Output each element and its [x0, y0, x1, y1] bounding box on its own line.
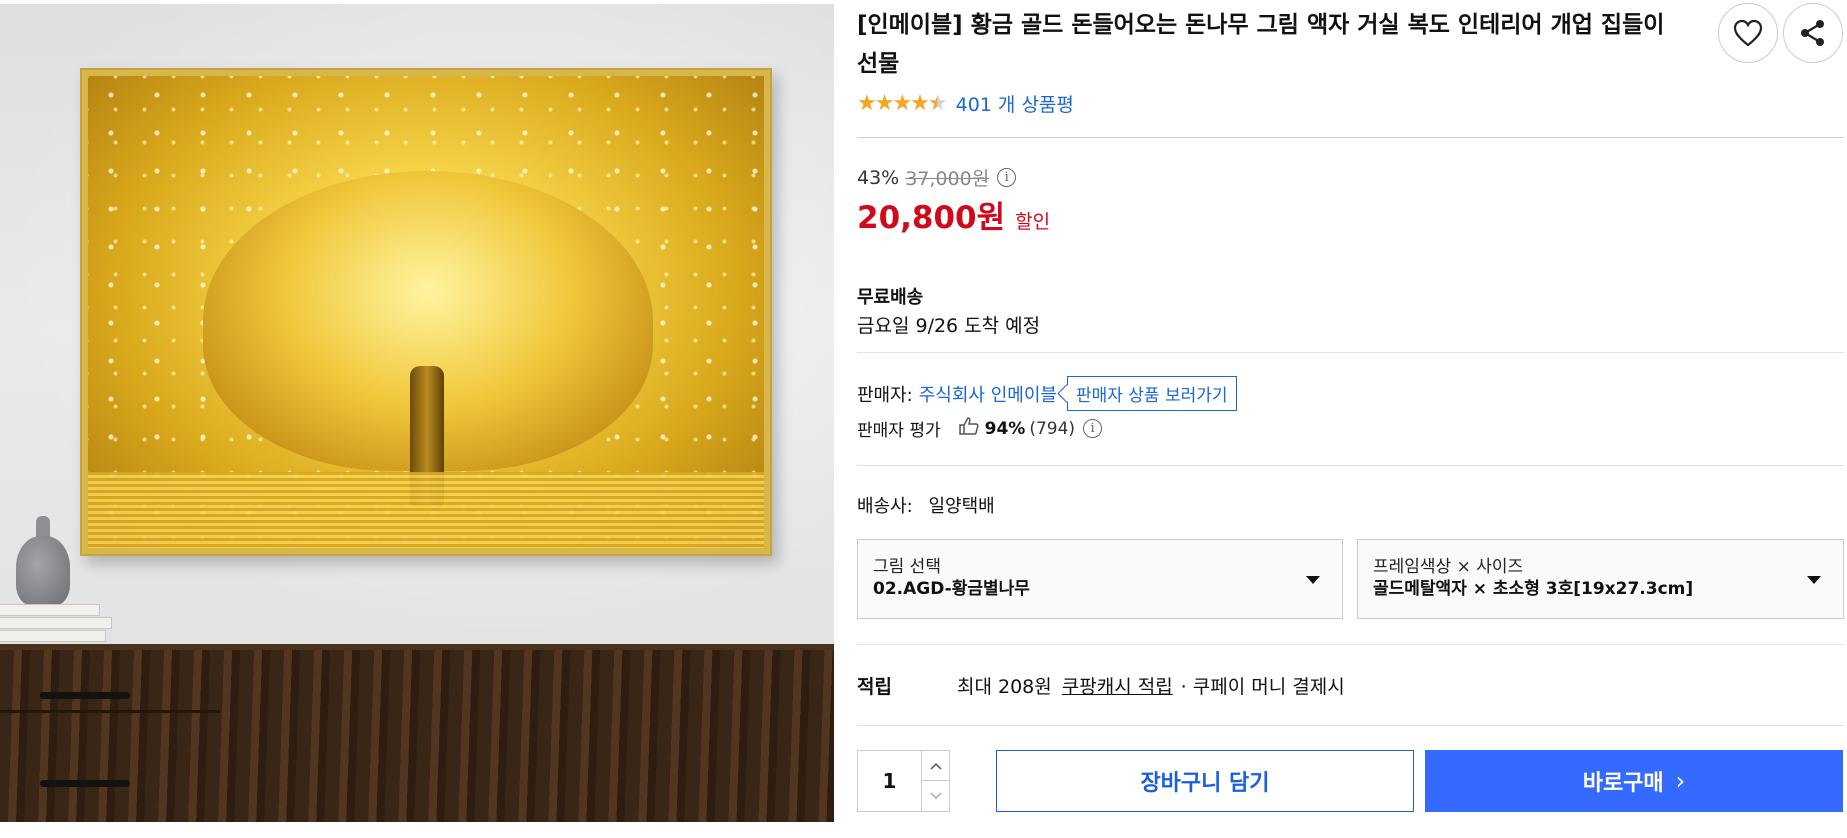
share-button[interactable] — [1783, 3, 1843, 63]
buy-now-button[interactable]: 바로구매 › — [1425, 750, 1843, 812]
discount-rate: 43% — [857, 166, 900, 189]
sale-price: 20,800원 — [857, 200, 1006, 236]
seller-rating-percent: 94% — [984, 418, 1026, 439]
seller-name-link[interactable]: 주식회사 인메이블 — [919, 381, 1057, 407]
book-stack — [0, 604, 112, 642]
vase-decoration — [16, 516, 70, 606]
option-select-picture[interactable]: 그림 선택 02.AGD-황금별나무 — [857, 539, 1343, 619]
chevron-down-icon — [929, 792, 942, 800]
sale-label: 할인 — [1015, 211, 1051, 233]
picture-frame — [80, 68, 772, 556]
info-icon[interactable]: i — [1083, 419, 1103, 438]
quantity-decrease-button[interactable] — [921, 781, 949, 811]
reward-title: 적립 — [857, 676, 892, 698]
star-rating: ★★★★★ — [857, 90, 948, 116]
thumbs-up-icon — [958, 417, 979, 440]
seller-rating-label: 판매자 평가 — [857, 421, 941, 441]
rating-summary: ★★★★★ 401 개 상품평 — [857, 88, 1074, 118]
carrier-name: 일양택배 — [928, 496, 995, 517]
seller-rating-count: (794) — [1029, 418, 1076, 439]
divider — [857, 137, 1844, 138]
divider — [857, 725, 1844, 726]
info-icon[interactable]: i — [997, 168, 1017, 187]
carrier-row: 배송사: 일양택배 — [857, 492, 995, 518]
divider — [857, 644, 1844, 645]
reward-amount: 최대 208원 — [957, 676, 1052, 698]
reward-info: 최대 208원 쿠팡캐시 적립 · 쿠페이 머니 결제시 — [957, 672, 1345, 699]
review-count-link[interactable]: 401 개 상품평 — [956, 90, 1074, 117]
seller-row: 판매자: 주식회사 인메이블 판매자 상품 보러가기 — [857, 376, 1237, 411]
wooden-cabinet — [0, 644, 834, 822]
chevron-right-icon: › — [1675, 767, 1686, 795]
golden-tree-painting — [88, 76, 764, 548]
sale-price-row: 20,800원 할인 — [857, 192, 1050, 237]
caret-down-icon — [1807, 576, 1821, 584]
share-icon — [1801, 20, 1824, 46]
option-value: 02.AGD-황금별나무 — [873, 579, 1030, 599]
buy-now-label: 바로구매 — [1582, 771, 1664, 796]
quantity-input[interactable]: 1 — [858, 751, 921, 811]
option-select-frame-size[interactable]: 프레임색상 × 사이즈 골드메탈액자 × 초소형 3호[19x27.3cm] — [1357, 539, 1844, 619]
reward-condition: · 쿠페이 머니 결제시 — [1180, 676, 1345, 698]
option-label: 프레임색상 × 사이즈 — [1373, 557, 1524, 577]
water-reflection — [88, 472, 764, 548]
option-label: 그림 선택 — [873, 557, 941, 577]
original-price-row: 43% 37,000원 i — [857, 164, 1017, 191]
seller-rating-row: 판매자 평가 94% (794) i — [857, 416, 1103, 441]
carrier-label: 배송사: — [857, 496, 913, 517]
divider — [857, 352, 1844, 353]
chevron-up-icon — [929, 762, 942, 770]
heart-icon — [1733, 19, 1763, 47]
delivery-eta: 금요일 9/26 도착 예정 — [857, 315, 1041, 337]
caret-down-icon — [1306, 576, 1320, 584]
shipping-title: 무료배송 — [857, 287, 924, 308]
add-to-cart-button[interactable]: 장바구니 담기 — [996, 750, 1414, 812]
product-title: [인메이블] 황금 골드 돈들어오는 돈나무 그림 액자 거실 복도 인테리어 … — [857, 12, 1665, 77]
wishlist-button[interactable] — [1718, 3, 1778, 63]
quantity-increase-button[interactable] — [921, 751, 949, 781]
product-image[interactable] — [0, 4, 834, 822]
seller-label: 판매자: — [857, 384, 913, 406]
product-info-panel: [인메이블] 황금 골드 돈들어오는 돈나무 그림 액자 거실 복도 인테리어 … — [857, 0, 1844, 838]
divider — [857, 465, 1844, 466]
seller-products-button[interactable]: 판매자 상품 보러가기 — [1066, 376, 1237, 411]
quantity-stepper: 1 — [857, 750, 950, 812]
coupang-cash-link[interactable]: 쿠팡캐시 적립 — [1062, 672, 1173, 699]
option-value: 골드메탈액자 × 초소형 3호[19x27.3cm] — [1373, 579, 1694, 599]
original-price: 37,000원 — [905, 168, 990, 190]
